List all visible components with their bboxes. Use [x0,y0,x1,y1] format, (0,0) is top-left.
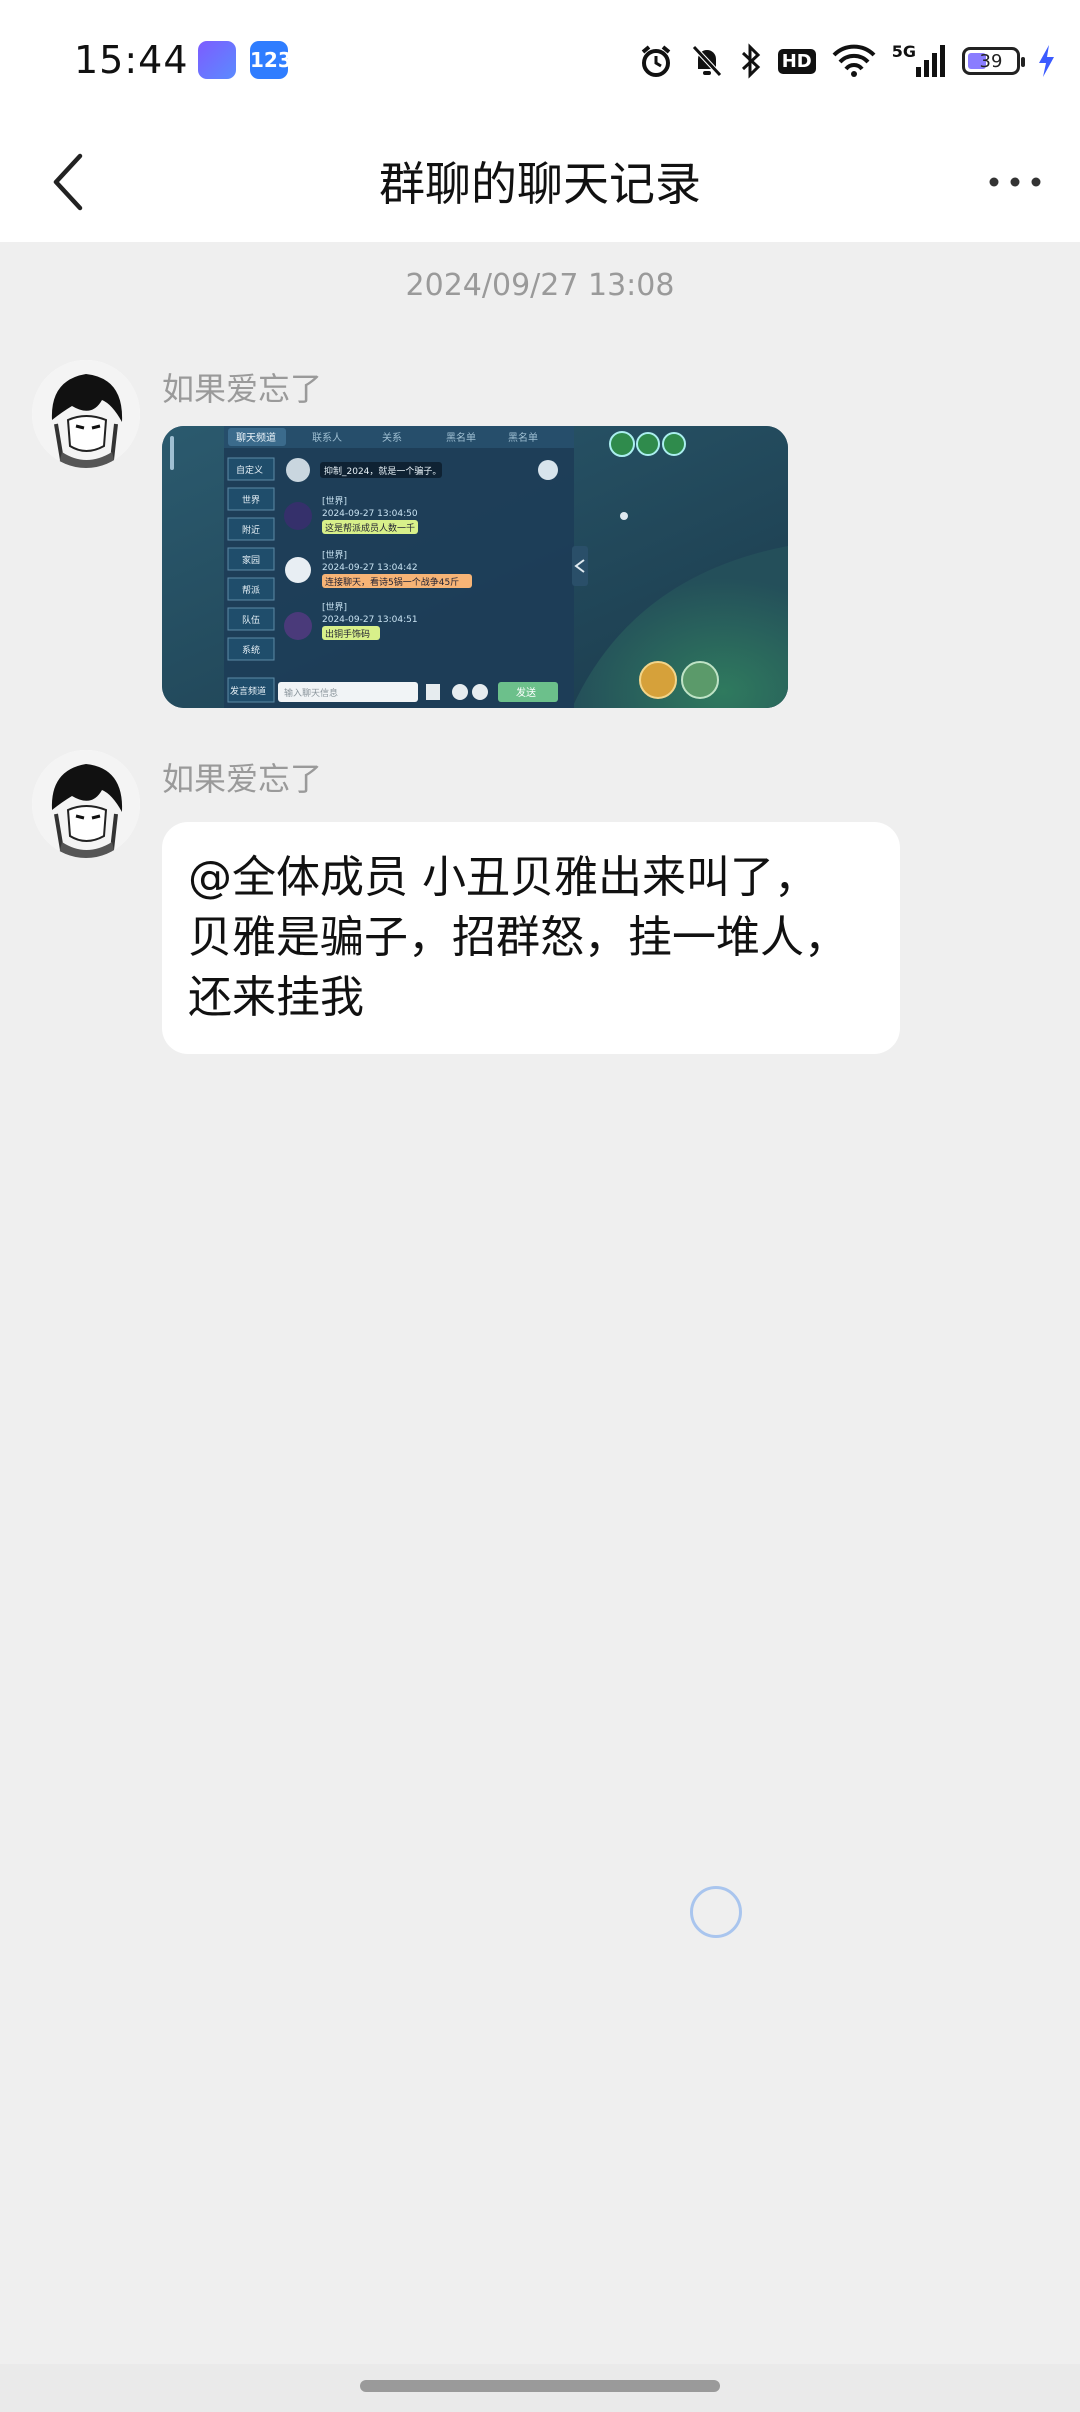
status-icons: HD 5G 39 [638,36,1056,86]
game-sidebar-item: 家园 [242,554,260,566]
home-indicator[interactable] [360,2380,720,2392]
game-sidebar-item: 发言频道 [230,685,266,697]
game-input-placeholder: 输入聊天信息 [284,687,338,699]
status-bar: 15:44 123 HD 5G 39 [0,0,1080,122]
game-tab: 黑名单 [446,431,476,444]
game-sidebar-item: 世界 [242,494,260,506]
game-chat-screenshot: 聊天频道 联系人 关系 黑名单 黑名单 自定义 世界 附近 家园 帮派 队伍 系… [162,426,788,708]
image-message[interactable]: 聊天频道 联系人 关系 黑名单 黑名单 自定义 世界 附近 家园 帮派 队伍 系… [162,426,788,708]
hd-icon: HD [777,48,816,74]
game-chat-text: 出铜手饰码 [325,628,370,640]
chat-timestamp: 2024/09/27 13:08 [405,268,675,303]
more-dots-icon [989,177,1041,187]
game-chat-bubble: 抑制_2024，就是一个骗子。 [324,465,441,477]
game-chat-meta: [世界] [322,549,347,561]
more-button[interactable] [970,142,1060,222]
game-chat-time: 2024-09-27 13:04:51 [322,615,418,625]
game-chat-time: 2024-09-27 13:04:50 [322,509,418,519]
status-time: 15:44 [74,38,189,82]
avatar[interactable] [32,750,140,858]
bluetooth-icon [740,43,762,79]
loading-spinner [690,1886,742,1938]
message-text-line: 贝雅是骗子，招群怒，挂一堆人， [188,912,848,963]
network-type-label: 5G [891,41,916,61]
app-123-icon: 123 [250,41,292,79]
game-send-button: 发送 [516,686,536,699]
sender-name: 如果爱忘了 [162,760,323,798]
alarm-icon [638,43,674,79]
charging-icon [1036,43,1056,79]
sender-name: 如果爱忘了 [162,370,323,408]
message-text-line: @全体成员 小丑贝雅出来叫了， [188,852,818,903]
game-sidebar-item: 附近 [242,524,260,536]
wifi-icon [832,43,876,79]
game-chat-text: 这是帮派成员人数一千 [325,522,415,534]
signal-icon: 5G [891,41,946,77]
text-message-bubble[interactable]: @全体成员 小丑贝雅出来叫了， 贝雅是骗子，招群怒，挂一堆人， 还来挂我 [162,822,900,1054]
header-bar: 群聊的聊天记录 [0,122,1080,242]
game-tab: 聊天频道 [236,431,276,444]
game-tab: 联系人 [312,432,342,444]
game-sidebar-item: 队伍 [242,614,260,626]
mute-bell-icon [690,43,724,79]
battery-level: 39 [979,50,1003,72]
game-sidebar-item: 帮派 [242,584,260,596]
game-chat-meta: [世界] [322,495,347,507]
avatar[interactable] [32,360,140,468]
message-text-line: 还来挂我 [188,972,364,1023]
game-chat-meta: [世界] [322,601,347,613]
game-chat-time: 2024-09-27 13:04:42 [322,563,418,573]
game-sidebar-item: 自定义 [236,464,263,476]
page-title: 群聊的聊天记录 [379,157,701,211]
app-notification-icon [198,41,236,79]
game-tab: 关系 [382,431,402,444]
battery-icon: 39 [962,47,1025,75]
game-chat-text: 连接聊天，看诗5锅一个战争45斤 [325,576,459,588]
game-sidebar-item: 系统 [242,644,260,656]
game-tab: 黑名单 [508,431,538,444]
